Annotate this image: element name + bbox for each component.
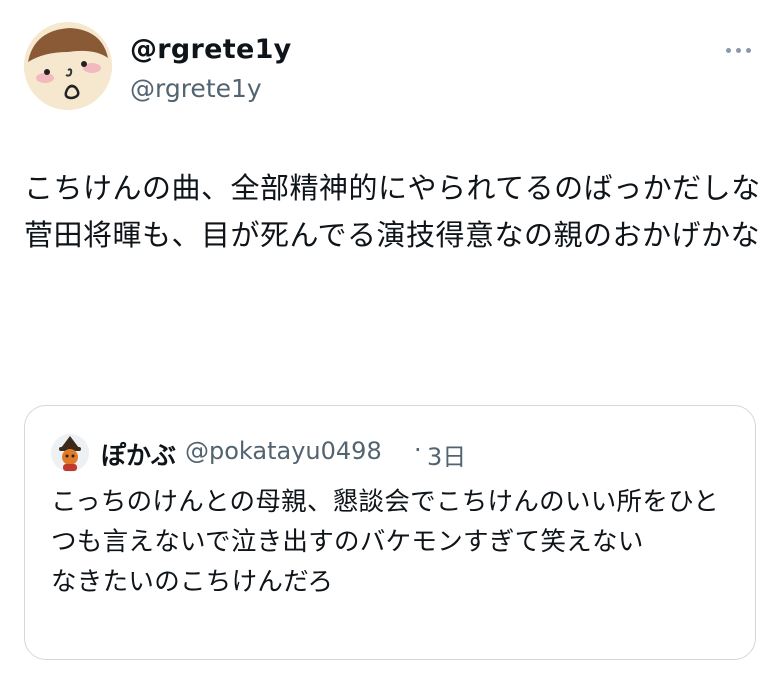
quoted-timestamp[interactable]: 3日	[427, 437, 466, 472]
quoted-separator: ·	[414, 436, 422, 464]
quoted-avatar[interactable]	[51, 434, 89, 472]
tweet-text: こちけんの曲、全部精神的にやられてるのばっかだしな 菅田将暉も、目が死んでる演技…	[24, 171, 761, 252]
avatar[interactable]	[24, 22, 112, 110]
quoted-tweet-text: こっちのけんとの母親、懇談会でこちけんのいい所をひとつも言えないで泣き出すのバケ…	[51, 487, 719, 597]
user-handle[interactable]: @rgrete1y	[130, 74, 262, 103]
quoted-user-handle[interactable]: @pokatayu0498	[185, 437, 382, 465]
character-avatar-icon	[51, 434, 89, 472]
quoted-tweet-card[interactable]: ぽかぶ @pokatayu0498 · 3日 こっちのけんとの母親、懇談会でこち…	[24, 405, 756, 660]
more-options-icon[interactable]	[720, 40, 756, 60]
quoted-display-name[interactable]: ぽかぶ	[101, 436, 176, 472]
cartoon-face-avatar-icon	[24, 22, 112, 110]
display-name[interactable]: @rgrete1y	[130, 34, 292, 65]
tweet-header: @rgrete1y @rgrete1y	[0, 0, 780, 130]
